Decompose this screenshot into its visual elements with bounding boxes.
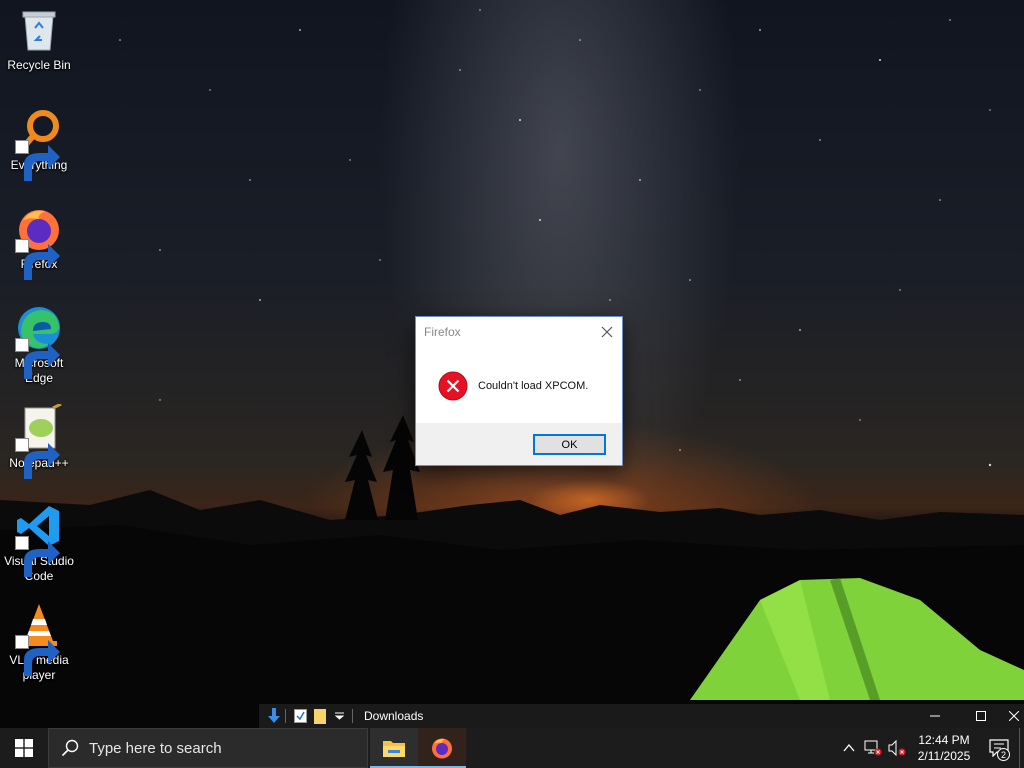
desktop-icon-label: Recycle Bin: [7, 58, 71, 72]
search-placeholder: Type here to search: [89, 739, 222, 757]
clock-date: 2/11/2025: [917, 749, 971, 763]
show-desktop-button[interactable]: [1019, 728, 1024, 768]
shortcut-arrow-icon: [15, 338, 60, 379]
everything-search-icon: [15, 106, 63, 181]
properties-check-icon[interactable]: [291, 704, 309, 728]
taskbar-search-box[interactable]: Type here to search: [48, 728, 368, 768]
firefox-icon: [432, 738, 452, 759]
maximize-button[interactable]: [958, 704, 1004, 728]
action-center-button[interactable]: 2: [979, 728, 1019, 768]
notification-count-badge: 2: [997, 748, 1010, 761]
volume-muted-icon: [888, 740, 906, 756]
downloads-window-title: Downloads: [364, 709, 424, 723]
search-icon: [61, 739, 79, 757]
close-button[interactable]: [1004, 704, 1024, 728]
shortcut-arrow-icon: [15, 239, 60, 280]
desktop-icon-notepad-plus-plus[interactable]: Notepad++: [2, 402, 76, 479]
vlc-icon: [15, 601, 63, 676]
desktop-icon-recycle-bin[interactable]: Recycle Bin: [2, 6, 76, 73]
windows-logo-icon: [15, 739, 33, 757]
error-dialog: Firefox Couldn't load XPCOM. OK: [415, 316, 623, 466]
chevron-up-icon: [843, 744, 855, 752]
desktop-icon-microsoft-edge[interactable]: Microsoft Edge: [2, 304, 76, 386]
dialog-message: Couldn't load XPCOM.: [478, 379, 589, 392]
new-folder-icon[interactable]: [309, 704, 331, 728]
shortcut-arrow-icon: [15, 635, 60, 676]
ok-button[interactable]: OK: [533, 434, 606, 455]
maximize-icon: [976, 711, 986, 721]
desktop-icon-everything[interactable]: Everything: [2, 106, 76, 181]
taskbar: Type here to search 12:44 PM 2/11/2025 2: [0, 728, 1024, 768]
close-icon: [1009, 711, 1019, 721]
toolbar-divider: [352, 709, 353, 723]
minimize-icon: [930, 715, 940, 717]
vscode-icon: [15, 502, 63, 577]
file-explorer-icon: [383, 741, 405, 757]
minimize-button[interactable]: [912, 704, 958, 728]
error-icon: [438, 371, 468, 400]
system-tray: 12:44 PM 2/11/2025 2: [837, 728, 1024, 768]
taskbar-app-firefox[interactable]: [418, 728, 466, 768]
shortcut-arrow-icon: [15, 536, 60, 577]
taskbar-clock[interactable]: 12:44 PM 2/11/2025: [909, 732, 979, 764]
start-button[interactable]: [0, 728, 48, 768]
shortcut-arrow-icon: [15, 438, 60, 479]
close-icon: [601, 326, 613, 338]
notepad-plus-plus-icon: [15, 402, 63, 479]
network-disconnected-icon: [864, 740, 882, 756]
show-hidden-icons-button[interactable]: [837, 728, 861, 768]
customize-chevron-down-icon[interactable]: [331, 704, 347, 728]
dialog-close-button[interactable]: [592, 317, 622, 347]
shortcut-arrow-icon: [15, 140, 60, 181]
network-button[interactable]: [861, 728, 885, 768]
downloads-window-titlebar[interactable]: Downloads: [259, 704, 1024, 728]
toolbar-divider: [285, 709, 286, 723]
firefox-icon: [15, 205, 63, 280]
edge-icon: [15, 304, 63, 379]
clock-time: 12:44 PM: [918, 733, 970, 747]
desktop-icon-visual-studio-code[interactable]: Visual Studio Code: [2, 502, 76, 584]
desktop-icon-vlc[interactable]: VLC media player: [2, 601, 76, 683]
dialog-footer: OK: [416, 423, 622, 465]
desktop-icon-firefox[interactable]: Firefox: [2, 205, 76, 280]
volume-button[interactable]: [885, 728, 909, 768]
recycle-bin-icon: [15, 6, 63, 54]
taskbar-app-file-explorer[interactable]: [370, 728, 418, 768]
